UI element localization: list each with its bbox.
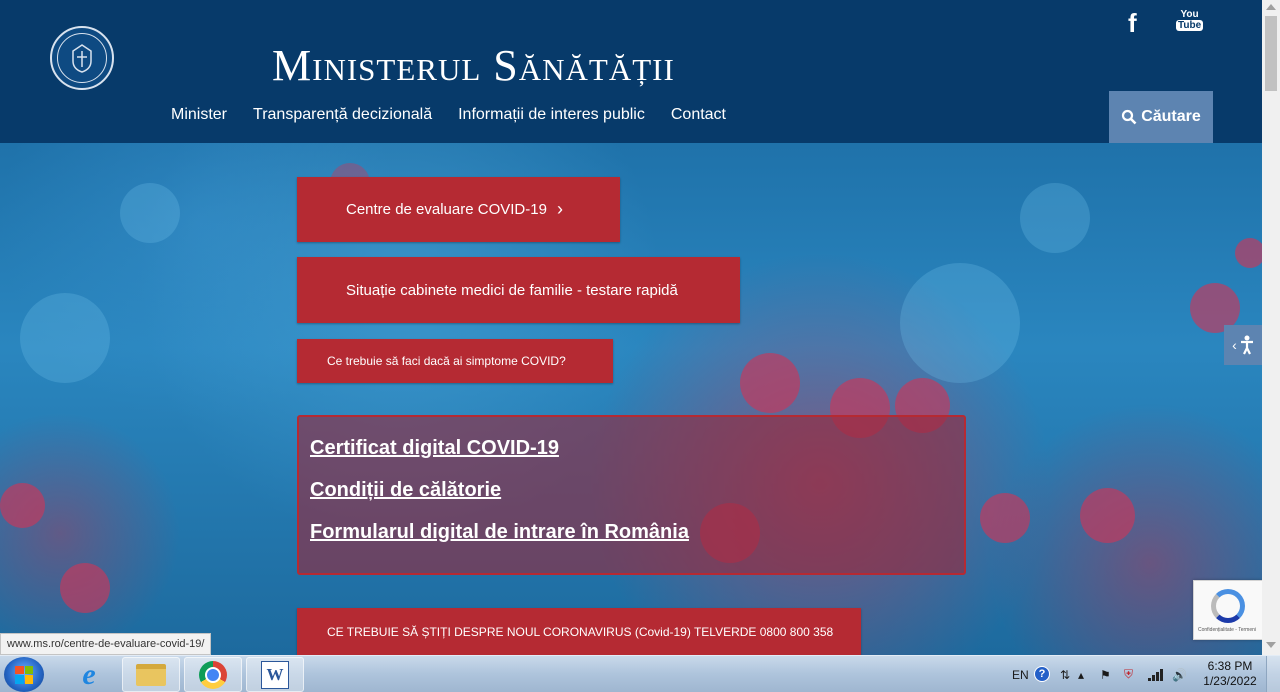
action-center-flag-icon[interactable]: ⚑ <box>1100 656 1111 692</box>
facebook-icon[interactable]: f <box>1128 8 1137 39</box>
volume-icon[interactable]: 🔊 <box>1172 656 1187 692</box>
folder-icon <box>136 663 166 686</box>
government-logo[interactable] <box>50 26 114 90</box>
virus-spike-decor <box>1235 238 1262 268</box>
search-label: Căutare <box>1141 108 1201 125</box>
scroll-thumb[interactable] <box>1265 16 1277 91</box>
virus-spike-decor <box>60 563 110 613</box>
scroll-down-arrow-icon[interactable] <box>1266 642 1276 648</box>
coronavirus-info-button[interactable]: CE TREBUIE SĂ ȘTIȚI DESPRE NOUL CORONAVI… <box>297 608 861 655</box>
covid-centers-label: Centre de evaluare COVID-19 <box>346 201 547 218</box>
covid-links-panel: Certificat digital COVID-19 Condiții de … <box>297 415 966 575</box>
virus-spike-decor <box>1080 488 1135 543</box>
language-indicator[interactable]: EN <box>1012 656 1029 692</box>
security-icon[interactable]: ⛨ <box>1124 656 1133 692</box>
youtube-bottom-text: Tube <box>1176 20 1204 31</box>
nav-item-minister[interactable]: Minister <box>171 106 227 124</box>
status-bar-url: www.ms.ro/centre-de-evaluare-covid-19/ <box>0 633 212 655</box>
search-button[interactable]: Căutare <box>1109 91 1213 143</box>
covid-centers-button[interactable]: Centre de evaluare COVID-19 › <box>297 177 620 242</box>
windows-taskbar: e W EN ? ⇅ ▴ ⚑ ⛨ 🔊 6:38 PM 1/23/2022 <box>0 655 1280 692</box>
link-travel-conditions[interactable]: Condiții de călătorie <box>310 479 964 502</box>
start-button[interactable] <box>4 657 44 692</box>
taskbar-google-chrome[interactable] <box>184 657 242 692</box>
word-icon: W <box>261 660 289 689</box>
nav-item-contact[interactable]: Contact <box>671 106 726 124</box>
symptoms-button[interactable]: Ce trebuie să faci dacă ai simptome COVI… <box>297 339 613 383</box>
taskbar-microsoft-word[interactable]: W <box>246 657 304 692</box>
search-icon <box>1122 109 1137 125</box>
link-digital-certificate[interactable]: Certificat digital COVID-19 <box>310 437 964 460</box>
scroll-up-arrow-icon[interactable] <box>1266 4 1276 10</box>
virus-bubble-decor <box>120 183 180 243</box>
recaptcha-terms[interactable]: Confidențialitate - Termeni <box>1198 627 1256 633</box>
virus-bubble-decor <box>1020 183 1090 253</box>
nav-item-public-info[interactable]: Informații de interes public <box>458 106 645 124</box>
coat-of-arms-icon <box>57 33 107 83</box>
network-sync-icon[interactable]: ⇅ <box>1060 656 1070 692</box>
symptoms-label: Ce trebuie să faci dacă ai simptome COVI… <box>327 354 566 368</box>
internet-explorer-icon: e <box>82 657 96 691</box>
youtube-icon[interactable]: You Tube <box>1176 9 1204 31</box>
signal-strength-icon[interactable] <box>1148 656 1164 692</box>
main-nav: Minister Transparență decizională Inform… <box>171 106 726 124</box>
virus-bubble-decor <box>20 293 110 383</box>
taskbar-internet-explorer[interactable]: e <box>60 657 118 692</box>
show-hidden-icons-icon[interactable]: ▴ <box>1078 656 1084 692</box>
clock-time: 6:38 PM <box>1207 659 1253 673</box>
site-header: Ministerul Sănătății Minister Transparen… <box>0 0 1262 143</box>
help-icon[interactable]: ? <box>1034 666 1050 682</box>
accessibility-toggle[interactable]: ‹ <box>1224 325 1262 365</box>
family-doctors-label: Situație cabinete medici de familie - te… <box>346 281 678 299</box>
link-entry-form[interactable]: Formularul digital de intrare în România <box>310 521 964 544</box>
windows-logo-icon <box>15 665 33 684</box>
recaptcha-icon <box>1211 589 1245 623</box>
nav-item-transparency[interactable]: Transparență decizională <box>253 106 432 124</box>
virus-spike-decor <box>740 353 800 413</box>
clock-date: 1/23/2022 <box>1203 674 1257 688</box>
show-desktop-button[interactable] <box>1266 656 1280 692</box>
hero-background <box>0 143 1262 655</box>
virus-bubble-decor <box>900 263 1020 383</box>
chevron-right-icon: › <box>556 199 563 219</box>
youtube-top-text: You <box>1180 9 1199 20</box>
taskbar-windows-explorer[interactable] <box>122 657 180 692</box>
virus-spike-decor <box>0 483 45 528</box>
family-doctors-button[interactable]: Situație cabinete medici de familie - te… <box>297 257 740 323</box>
page-scrollbar[interactable] <box>1262 0 1280 655</box>
site-title[interactable]: Ministerul Sănătății <box>272 44 675 88</box>
coronavirus-info-label: CE TREBUIE SĂ ȘTIȚI DESPRE NOUL CORONAVI… <box>327 624 834 639</box>
recaptcha-badge[interactable]: Confidențialitate - Termeni <box>1193 580 1262 640</box>
chrome-icon <box>199 660 227 689</box>
accessibility-icon <box>1240 335 1253 355</box>
virus-spike-decor <box>980 493 1030 543</box>
chevron-left-icon: ‹ <box>1232 337 1237 353</box>
system-clock[interactable]: 6:38 PM 1/23/2022 <box>1198 659 1262 689</box>
